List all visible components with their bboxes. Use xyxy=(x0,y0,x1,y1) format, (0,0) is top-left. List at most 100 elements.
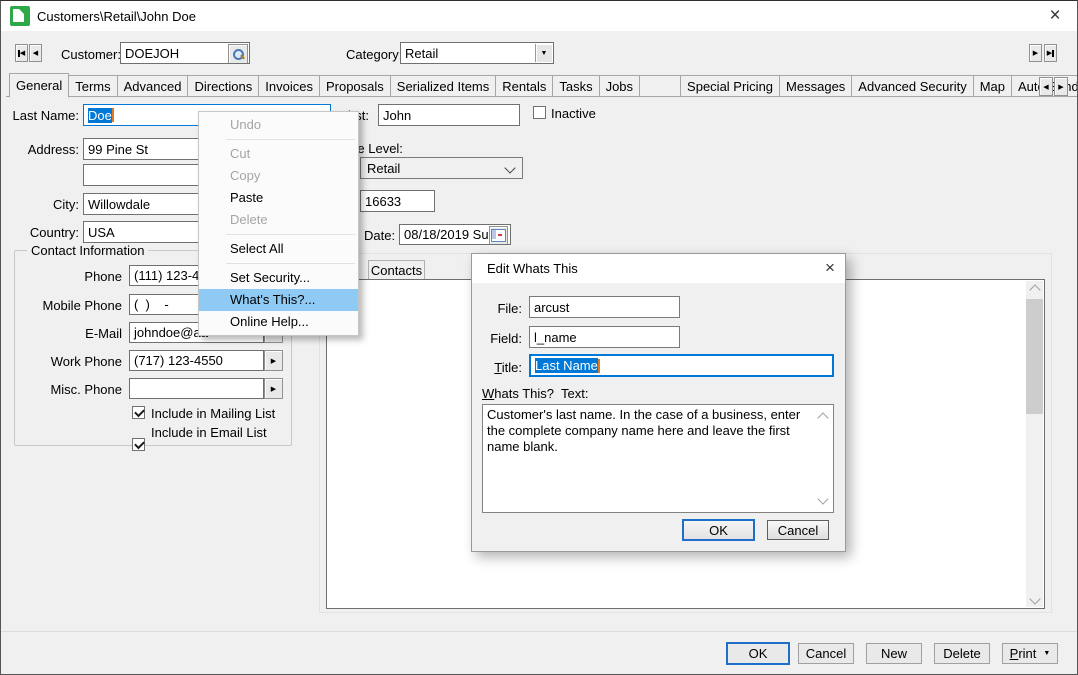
scroll-down-button[interactable] xyxy=(1026,590,1043,607)
customer-lookup-button[interactable] xyxy=(228,44,248,64)
category-dropdown-button[interactable]: ▼ xyxy=(535,44,552,62)
contact-information-legend: Contact Information xyxy=(27,243,148,258)
scrollbar-thumb[interactable] xyxy=(1026,299,1043,414)
tab-scroll-right-button[interactable]: ▶ xyxy=(1054,77,1068,96)
nav-next-button[interactable]: ▶ xyxy=(1029,44,1042,62)
nav-last-button[interactable]: ▶ xyxy=(1044,44,1057,62)
tab-strip: General Terms Advanced Directions Invoic… xyxy=(9,75,1078,97)
misc-phone-input[interactable] xyxy=(129,378,264,399)
file-input[interactable]: arcust xyxy=(529,296,680,318)
inactive-checkbox[interactable] xyxy=(533,106,546,119)
menu-item-set-security[interactable]: Set Security... xyxy=(199,267,358,289)
tab-invoices[interactable]: Invoices xyxy=(259,75,320,97)
date-input[interactable]: 08/18/2019 Sun xyxy=(399,224,511,245)
field-value: l_name xyxy=(534,330,577,345)
field-input[interactable]: l_name xyxy=(529,326,680,348)
customer-label: Customer: xyxy=(61,47,121,62)
menu-item-paste[interactable]: Paste xyxy=(199,187,358,209)
city-value: Willowdale xyxy=(88,197,150,212)
new-button[interactable]: New xyxy=(866,643,922,664)
zip-input[interactable]: 16633 xyxy=(360,190,435,212)
text-caret xyxy=(598,359,600,373)
calendar-icon xyxy=(491,229,506,242)
mailing-list-checkbox[interactable] xyxy=(132,406,145,419)
tab-scroll-left-button[interactable]: ◀ xyxy=(1039,77,1053,96)
chevron-down-icon: ▼ xyxy=(541,50,548,57)
email-value: johndoe@aa xyxy=(134,325,208,340)
nav-first-button[interactable]: ◀ xyxy=(15,44,28,62)
tab-terms[interactable]: Terms xyxy=(69,75,117,97)
edit-whats-this-dialog: Edit Whats This × File: arcust Field: l_… xyxy=(471,253,846,552)
document-icon xyxy=(13,9,24,22)
title-field-input[interactable]: Last Name xyxy=(529,354,834,377)
phone-label: Phone xyxy=(15,269,122,284)
scroll-up-button[interactable] xyxy=(1026,281,1043,298)
email-list-checkbox[interactable] xyxy=(132,438,145,451)
price-level-combobox[interactable]: Retail xyxy=(360,157,523,179)
tab-messages[interactable]: Messages xyxy=(780,75,852,97)
dialog-ok-button[interactable]: OK xyxy=(682,519,755,541)
dialog-close-icon[interactable]: × xyxy=(818,258,842,278)
print-button[interactable]: Print ▼ xyxy=(1002,643,1058,664)
menu-item-copy[interactable]: Copy xyxy=(199,165,358,187)
misc-phone-label: Misc. Phone xyxy=(15,382,122,397)
chevron-up-icon xyxy=(1029,284,1040,295)
address-value: 99 Pine St xyxy=(88,142,148,157)
work-phone-value: (717) 123-4550 xyxy=(134,353,223,368)
title-bar: Customers\Retail\John Doe × xyxy=(1,1,1077,31)
close-icon[interactable]: × xyxy=(1043,6,1067,26)
tab-rentals[interactable]: Rentals xyxy=(496,75,553,97)
menu-item-select-all[interactable]: Select All xyxy=(199,238,358,260)
cancel-button[interactable]: Cancel xyxy=(798,643,854,664)
nav-prev-button[interactable]: ◀ xyxy=(29,44,42,62)
subtab-contacts[interactable]: Contacts xyxy=(368,260,425,280)
ok-button[interactable]: OK xyxy=(726,642,790,665)
dialog-title-bar: Edit Whats This × xyxy=(472,254,845,283)
tab-spacer xyxy=(640,75,681,97)
arrow-right-icon: ▶ xyxy=(271,357,276,365)
last-name-label: Last Name: xyxy=(7,108,79,123)
menu-separator xyxy=(226,139,355,140)
footer-divider xyxy=(1,631,1077,632)
tab-map[interactable]: Map xyxy=(974,75,1012,97)
search-icon xyxy=(232,48,244,60)
print-label: rint xyxy=(1018,646,1036,661)
misc-phone-expand-button[interactable]: ▶ xyxy=(264,378,283,399)
dialog-title: Edit Whats This xyxy=(487,261,578,276)
context-menu: Undo Cut Copy Paste Delete Select All Se… xyxy=(198,111,359,336)
zip-value: 16633 xyxy=(365,194,401,209)
prev-icon: ◀ xyxy=(33,50,38,57)
tab-tasks[interactable]: Tasks xyxy=(553,75,599,97)
dialog-cancel-button[interactable]: Cancel xyxy=(767,520,829,540)
date-picker-button[interactable] xyxy=(489,226,508,245)
vertical-scrollbar[interactable] xyxy=(1026,281,1043,607)
chevron-down-icon: ▼ xyxy=(1043,650,1050,657)
work-phone-expand-button[interactable]: ▶ xyxy=(264,350,283,371)
date-value: 08/18/2019 Sun xyxy=(404,227,496,242)
tab-advanced[interactable]: Advanced xyxy=(118,75,189,97)
price-level-value: Retail xyxy=(367,161,400,176)
tab-advanced-security[interactable]: Advanced Security xyxy=(852,75,973,97)
menu-item-online-help[interactable]: Online Help... xyxy=(199,311,358,333)
tab-jobs[interactable]: Jobs xyxy=(600,75,640,97)
menu-item-delete[interactable]: Delete xyxy=(199,209,358,231)
subtab-contacts-label: Contacts xyxy=(371,263,422,278)
country-label: Country: xyxy=(7,225,79,240)
category-combobox[interactable]: Retail ▼ xyxy=(400,42,554,64)
mailing-list-label: Include in Mailing List xyxy=(151,406,275,421)
menu-item-undo[interactable]: Undo xyxy=(199,114,358,136)
whats-this-textarea[interactable]: Customer's last name. In the case of a b… xyxy=(482,404,834,513)
delete-button[interactable]: Delete xyxy=(934,643,990,664)
next-icon: ▶ xyxy=(1058,83,1063,91)
tab-serialized-items[interactable]: Serialized Items xyxy=(391,75,496,97)
last-name-value: Doe xyxy=(88,108,112,123)
tab-general[interactable]: General xyxy=(9,73,69,98)
menu-item-whats-this[interactable]: What's This?... xyxy=(199,289,358,311)
first-name-input[interactable]: John xyxy=(378,104,520,126)
menu-item-cut[interactable]: Cut xyxy=(199,143,358,165)
tab-special-pricing[interactable]: Special Pricing xyxy=(681,75,780,97)
work-phone-input[interactable]: (717) 123-4550 xyxy=(129,350,264,371)
tab-proposals[interactable]: Proposals xyxy=(320,75,391,97)
tab-directions[interactable]: Directions xyxy=(188,75,259,97)
customer-input[interactable]: DOEJOH xyxy=(120,42,250,64)
